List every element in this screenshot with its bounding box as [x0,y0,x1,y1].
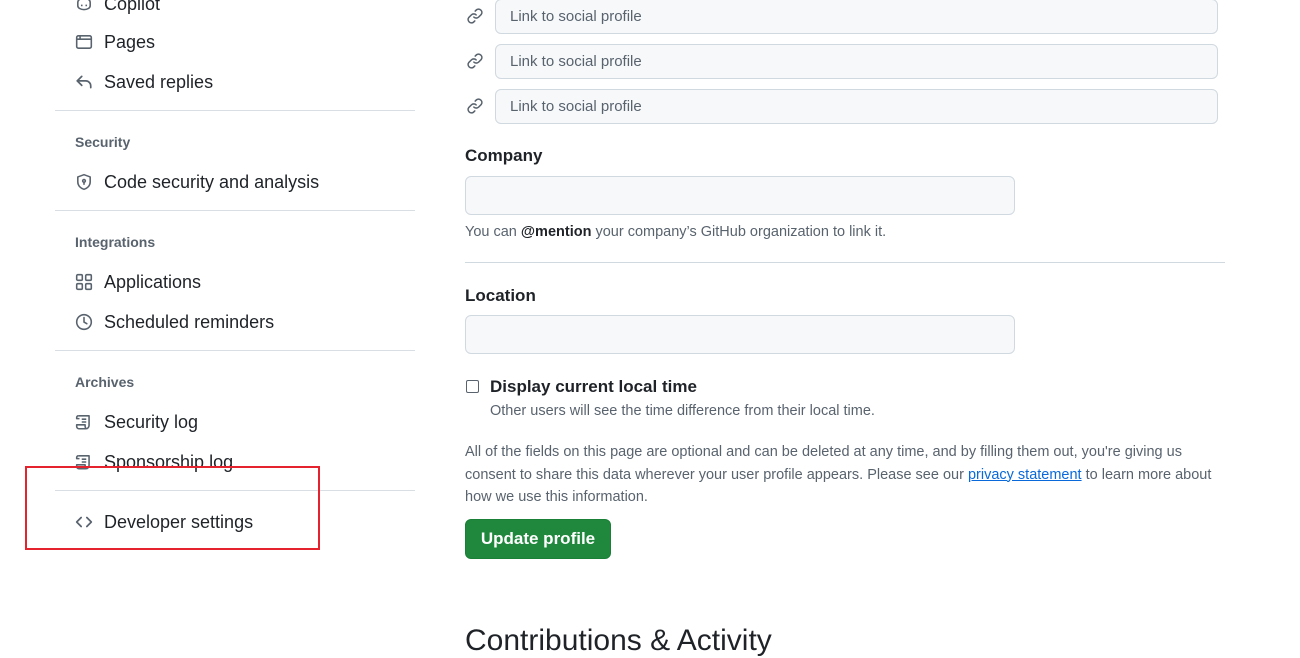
update-profile-button[interactable]: Update profile [465,519,611,559]
link-icon [466,52,484,70]
profile-form: Company You can @mention your company’s … [465,0,1235,657]
sidebar-divider [55,350,415,351]
browser-icon [75,33,93,51]
link-icon [466,7,484,25]
privacy-disclaimer: All of the fields on this page are optio… [465,441,1225,509]
company-input[interactable] [465,176,1015,215]
sidebar-item-label: Scheduled reminders [104,312,275,332]
privacy-statement-link[interactable]: privacy statement [968,467,1082,483]
social-link-input-3[interactable] [495,89,1218,124]
link-icon [466,97,484,115]
sidebar-item-security-log[interactable]: Security log [55,404,415,440]
sidebar-item-applications[interactable]: Applications [55,264,415,300]
clock-icon [75,313,93,331]
sidebar-item-label: Developer settings [104,512,254,532]
sidebar-item-scheduled-reminders[interactable]: Scheduled reminders [55,304,415,340]
sidebar-divider [55,490,415,491]
sidebar-item-developer-settings[interactable]: Developer settings [55,504,415,540]
company-note-mention: @mention [520,224,592,240]
location-input[interactable] [465,315,1015,354]
reply-icon [75,73,93,91]
sidebar-item-label: Saved replies [104,72,214,92]
social-link-row [465,89,1218,125]
company-note-suffix: your company’s GitHub organization to li… [591,224,887,240]
company-note-prefix: You can [465,224,521,240]
sidebar-divider [55,210,415,211]
copilot-icon [75,0,93,13]
sidebar-item-label: Pages [104,32,156,52]
social-link-row [465,44,1218,80]
settings-sidebar: Copilot Pages Saved replies Security Cod… [55,0,415,657]
group-heading-security: Security [75,134,131,150]
log-icon [75,413,93,431]
sidebar-item-pages[interactable]: Pages [55,24,415,60]
sidebar-item-copilot[interactable]: Copilot [55,0,415,22]
sidebar-item-label: Security log [104,412,199,432]
contributions-activity-heading: Contributions & Activity [465,624,772,657]
social-link-row [465,0,1218,35]
shield-icon [75,173,93,191]
company-label: Company [465,146,543,165]
sidebar-item-sponsorship-log[interactable]: Sponsorship log [55,444,415,480]
section-divider [465,262,1225,263]
group-heading-integrations: Integrations [75,234,156,250]
location-label: Location [465,286,536,305]
code-icon [75,513,93,531]
apps-icon [75,273,93,291]
local-time-label[interactable]: Display current local time [490,377,697,397]
local-time-hint: Other users will see the time difference… [490,403,875,419]
company-note: You can @mention your company’s GitHub o… [465,224,886,240]
sidebar-item-label: Sponsorship log [104,452,234,472]
group-heading-archives: Archives [75,374,135,390]
sidebar-divider [55,110,415,111]
social-link-input-1[interactable] [495,0,1218,34]
sidebar-item-label: Code security and analysis [104,172,320,192]
sidebar-item-label: Applications [104,272,202,292]
sidebar-item-code-security[interactable]: Code security and analysis [55,164,415,200]
log-icon [75,453,93,471]
sidebar-item-label: Copilot [104,0,161,14]
social-link-input-2[interactable] [495,44,1218,79]
sidebar-item-saved-replies[interactable]: Saved replies [55,64,415,100]
local-time-checkbox[interactable] [466,380,479,393]
